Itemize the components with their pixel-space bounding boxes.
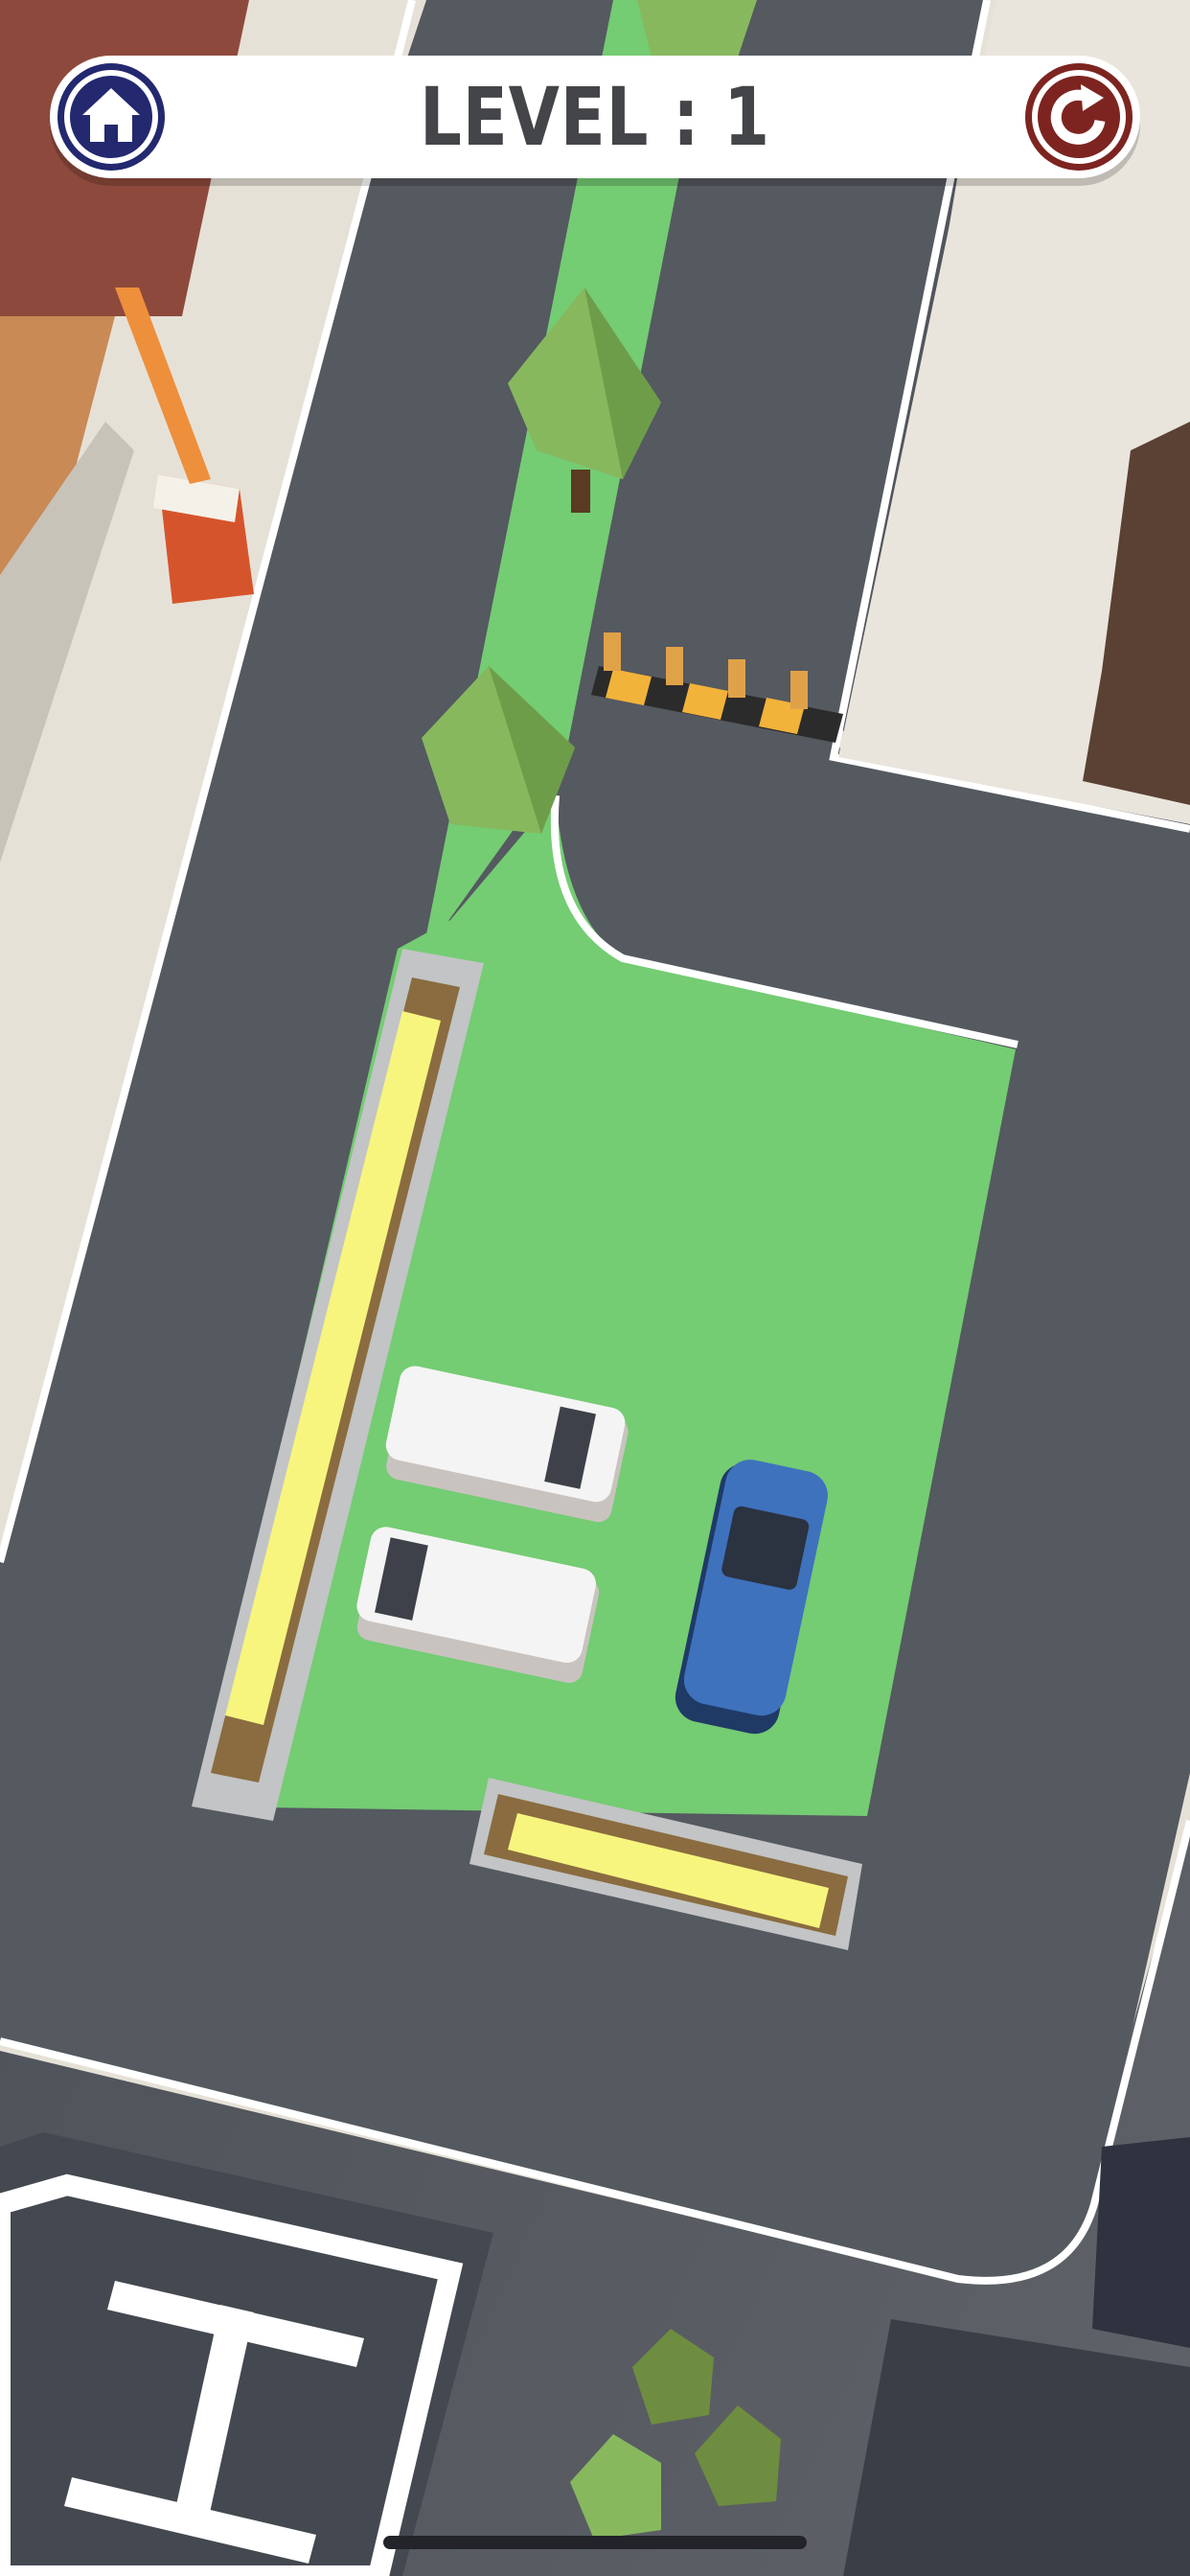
game-scene <box>0 0 1190 2576</box>
tree <box>637 0 757 58</box>
level-title: LEVEL : 1 <box>419 70 771 164</box>
home-indicator[interactable] <box>383 2536 807 2549</box>
hud-bar: LEVEL : 1 <box>50 56 1140 178</box>
barrier-post <box>666 647 683 685</box>
barrier-post <box>728 659 745 698</box>
restart-icon <box>1032 70 1126 164</box>
restart-button[interactable] <box>1025 63 1133 171</box>
barrier-post <box>604 632 621 671</box>
bottom-right-tower <box>1092 2137 1190 2348</box>
barrier-post <box>790 671 808 709</box>
